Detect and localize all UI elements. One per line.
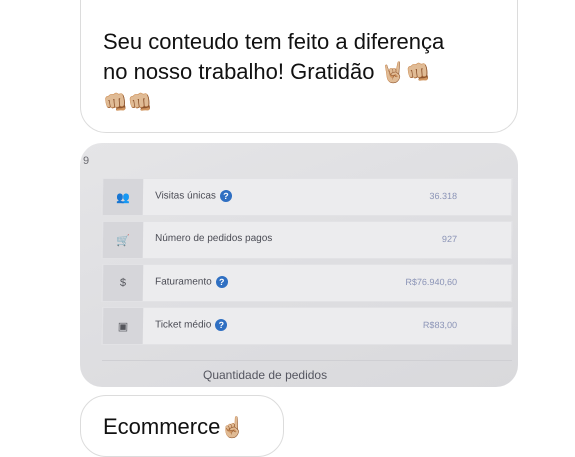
chat-screen: Seu conteudo tem feito a diferença no no… <box>0 0 575 457</box>
stats-label: Faturamento? <box>155 276 228 288</box>
photo-corner-mark: 9 <box>83 155 90 167</box>
stats-value: 927 <box>441 234 458 244</box>
stats-value: R$76.940,60 <box>405 277 458 287</box>
help-icon: ? <box>215 276 228 288</box>
stats-label-text: Faturamento <box>154 276 212 288</box>
stats-label: Ticket médio? <box>155 319 228 331</box>
stats-table: 👥 Visitas únicas? 36.318 🛒 Número de ped… <box>101 178 513 350</box>
help-icon: ? <box>219 190 233 202</box>
stats-label-text: Ticket médio <box>154 319 212 331</box>
stats-value: R$83,00 <box>422 320 458 330</box>
message-text: Ecommerce <box>103 414 221 439</box>
stats-row-orders: 🛒 Número de pedidos pagos 927 <box>101 221 513 259</box>
stats-label-text: Número de pedidos pagos <box>154 233 273 244</box>
message-bubble-gratitude[interactable]: Seu conteudo tem feito a diferença no no… <box>80 0 518 133</box>
stats-value: 36.318 <box>429 191 458 201</box>
ticket-icon: ▣ <box>102 308 144 344</box>
pointing-up-emoji-icon: ☝🏼 <box>220 417 246 439</box>
users-icon: 👥 <box>102 179 144 215</box>
message-line-2: no nosso trabalho! Gratidão 🤘🏼👊🏼 <box>103 57 495 88</box>
photo-attachment[interactable]: 9 👥 Visitas únicas? 36.318 🛒 Número de p… <box>80 143 518 387</box>
stats-label: Número de pedidos pagos <box>155 233 273 244</box>
orders-chart-title: Quantidade de pedidos <box>203 368 328 382</box>
help-icon: ? <box>215 319 228 331</box>
message-line-1: Seu conteudo tem feito a diferença <box>103 29 445 54</box>
stats-row-visits: 👥 Visitas únicas? 36.318 <box>101 178 513 216</box>
stats-label-text: Visitas únicas <box>154 190 217 202</box>
cart-icon: 🛒 <box>102 222 144 258</box>
message-line-2-text: no nosso trabalho! Gratidão <box>103 59 375 84</box>
fist-emoji-icon: 👊🏼👊🏼 <box>103 92 153 114</box>
stats-row-ticket: ▣ Ticket médio? R$83,00 <box>101 307 513 345</box>
stats-label: Visitas únicas? <box>154 190 233 202</box>
stats-row-revenue: $ Faturamento? R$76.940,60 <box>101 264 513 302</box>
dollar-icon: $ <box>102 265 144 301</box>
message-bubble-ecommerce[interactable]: Ecommerce☝🏼 <box>80 395 284 457</box>
divider <box>102 360 512 361</box>
rock-fist-emoji-icon: 🤘🏼👊🏼 <box>380 62 431 84</box>
